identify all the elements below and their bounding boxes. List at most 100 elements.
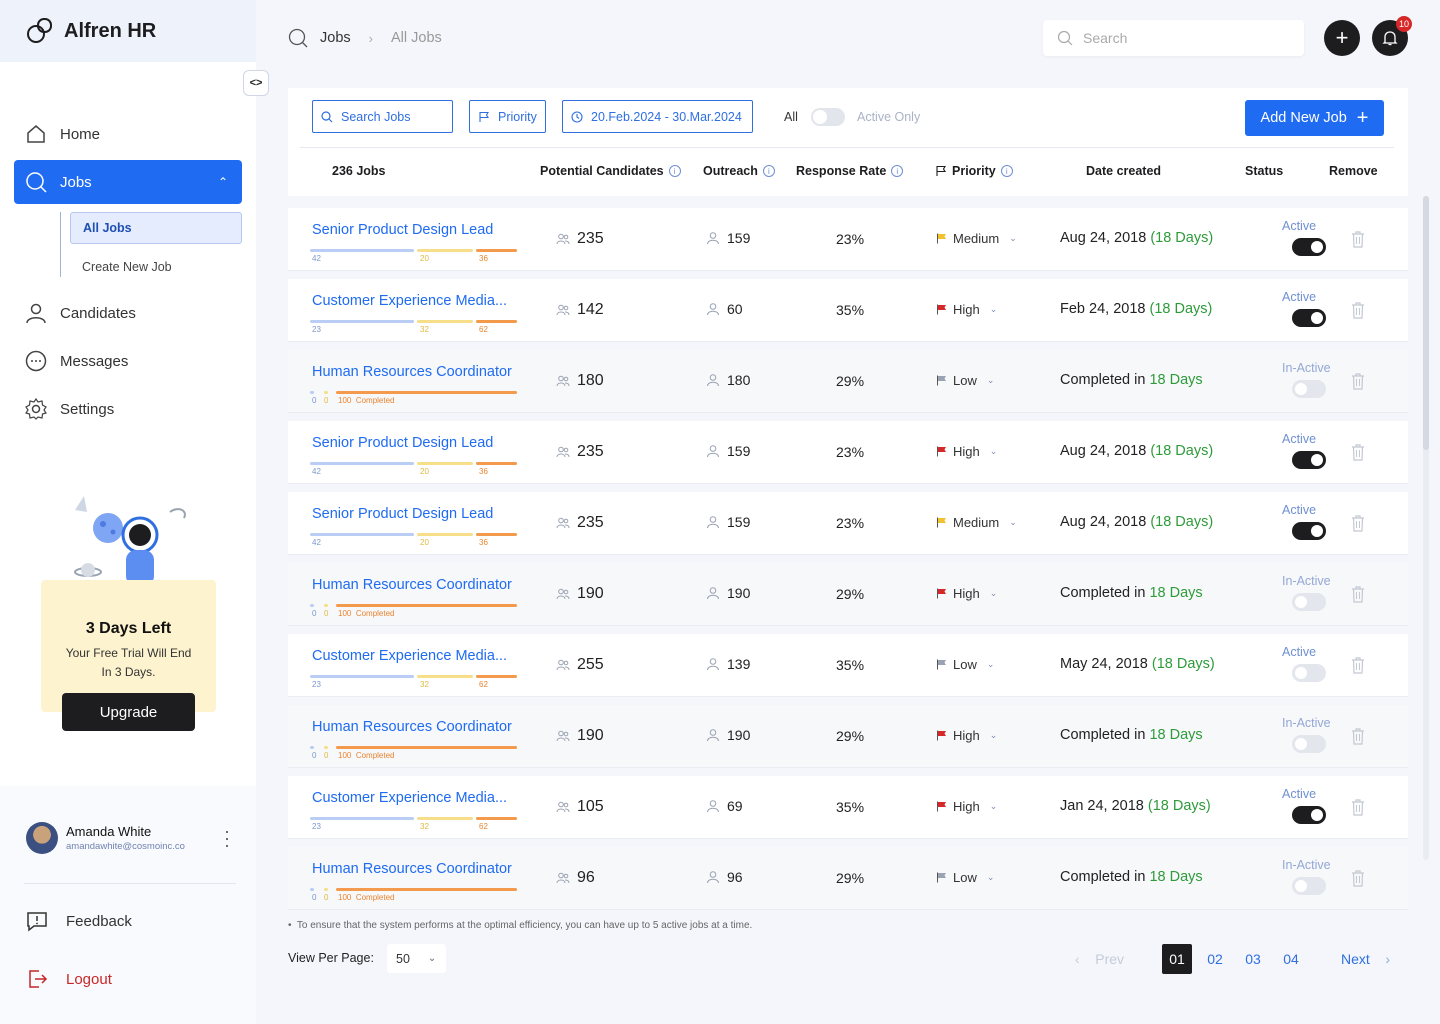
status-toggle[interactable]: [1292, 380, 1326, 398]
status-toggle[interactable]: [1292, 877, 1326, 895]
status-toggle[interactable]: [1292, 806, 1326, 824]
breadcrumb-all-jobs[interactable]: All Jobs: [391, 30, 442, 46]
status-toggle[interactable]: [1292, 593, 1326, 611]
table-row[interactable]: Customer Experience Media... 23 32 62 25…: [288, 634, 1408, 697]
nav-item-messages[interactable]: Messages: [14, 339, 242, 383]
bar-value: 100 Completed: [338, 609, 395, 618]
date-range-filter[interactable]: 20.Feb.2024 - 30.Mar.2024: [562, 100, 753, 133]
table-row[interactable]: Human Resources Coordinator 0 0 100 Comp…: [288, 847, 1408, 910]
info-icon[interactable]: i: [762, 165, 775, 177]
priority-dropdown[interactable]: High ⌄: [936, 799, 997, 814]
col-date[interactable]: Date created: [1086, 164, 1161, 178]
upgrade-button[interactable]: Upgrade: [62, 693, 195, 731]
global-search[interactable]: [1043, 20, 1304, 56]
table-row[interactable]: Customer Experience Media... 23 32 62 14…: [288, 279, 1408, 342]
trash-icon[interactable]: [1351, 301, 1365, 319]
job-title-link[interactable]: Human Resources Coordinator: [312, 577, 512, 593]
brand[interactable]: Alfren HR: [0, 0, 256, 62]
priority-dropdown[interactable]: Low ⌄: [936, 373, 994, 388]
priority-dropdown[interactable]: Low ⌄: [936, 870, 994, 885]
page-2[interactable]: 02: [1200, 944, 1230, 974]
col-status[interactable]: Status: [1245, 164, 1283, 178]
logout-link[interactable]: Logout: [26, 968, 112, 990]
status-toggle[interactable]: [1292, 735, 1326, 753]
scrollbar-thumb[interactable]: [1423, 196, 1429, 450]
table-row[interactable]: Human Resources Coordinator 0 0 100 Comp…: [288, 563, 1408, 626]
trash-icon[interactable]: [1351, 230, 1365, 248]
col-candidates[interactable]: Potential Candidates i: [540, 164, 681, 178]
info-icon[interactable]: i: [891, 165, 904, 177]
col-outreach[interactable]: Outreach i: [703, 164, 775, 178]
trash-icon[interactable]: [1351, 585, 1365, 603]
info-icon[interactable]: i: [668, 165, 681, 177]
col-priority[interactable]: Priority i: [935, 164, 1013, 178]
info-icon[interactable]: i: [1000, 165, 1013, 177]
search-jobs-field[interactable]: Search Jobs: [312, 100, 453, 133]
nav-item-candidates[interactable]: Candidates: [14, 291, 242, 335]
priority-dropdown[interactable]: Medium ⌄: [936, 515, 1017, 530]
trash-icon[interactable]: [1351, 656, 1365, 674]
job-title-link[interactable]: Customer Experience Media...: [312, 790, 507, 806]
search-input[interactable]: [1083, 30, 1283, 46]
trash-icon[interactable]: [1351, 514, 1365, 532]
page-1[interactable]: 01: [1162, 944, 1192, 974]
candidates-value: 105: [577, 798, 604, 815]
priority-dropdown[interactable]: Medium ⌄: [936, 231, 1017, 246]
priority-dropdown[interactable]: High ⌄: [936, 586, 997, 601]
priority-dropdown[interactable]: High ⌄: [936, 728, 997, 743]
breadcrumb-jobs[interactable]: Jobs: [320, 30, 351, 46]
status-toggle[interactable]: [1292, 451, 1326, 469]
table-row[interactable]: Senior Product Design Lead 42 20 36 235 …: [288, 208, 1408, 271]
collapse-sidebar-button[interactable]: <>: [243, 70, 269, 96]
status-toggle[interactable]: [1292, 664, 1326, 682]
table-row[interactable]: Customer Experience Media... 23 32 62 10…: [288, 776, 1408, 839]
table-row[interactable]: Senior Product Design Lead 42 20 36 235 …: [288, 492, 1408, 555]
job-title-link[interactable]: Human Resources Coordinator: [312, 364, 512, 380]
trash-icon[interactable]: [1351, 443, 1365, 461]
page-4[interactable]: 04: [1276, 944, 1306, 974]
job-title-link[interactable]: Human Resources Coordinator: [312, 719, 512, 735]
job-title-link[interactable]: Senior Product Design Lead: [312, 222, 493, 238]
priority-filter[interactable]: Priority: [469, 100, 546, 133]
notifications-button[interactable]: 10: [1372, 16, 1412, 56]
bar-value: 62: [479, 325, 488, 334]
scrollbar[interactable]: [1423, 196, 1429, 860]
status-toggle[interactable]: [1292, 238, 1326, 256]
status-toggle[interactable]: [1292, 309, 1326, 327]
job-title-link[interactable]: Customer Experience Media...: [312, 293, 507, 309]
status-toggle[interactable]: [1292, 522, 1326, 540]
nav-item-home[interactable]: Home: [14, 112, 242, 156]
add-button[interactable]: +: [1324, 20, 1360, 56]
col-response[interactable]: Response Rate i: [796, 164, 904, 178]
active-only-toggle[interactable]: [811, 108, 845, 126]
table-row[interactable]: Human Resources Coordinator 0 0 100 Comp…: [288, 350, 1408, 413]
nav-item-settings[interactable]: Settings: [14, 387, 242, 431]
priority-dropdown[interactable]: Low ⌄: [936, 657, 994, 672]
subnav-item-all-jobs[interactable]: All Jobs: [70, 212, 242, 244]
more-options-icon[interactable]: · · ·: [222, 822, 232, 854]
page-3[interactable]: 03: [1238, 944, 1268, 974]
feedback-link[interactable]: Feedback: [26, 910, 132, 932]
trash-icon[interactable]: [1351, 372, 1365, 390]
job-title-link[interactable]: Customer Experience Media...: [312, 648, 507, 664]
subnav-item-create-job[interactable]: Create New Job: [70, 251, 242, 283]
trash-icon[interactable]: [1351, 798, 1365, 816]
table-row[interactable]: Human Resources Coordinator 0 0 100 Comp…: [288, 705, 1408, 768]
job-title-link[interactable]: Human Resources Coordinator: [312, 861, 512, 877]
next-page-button[interactable]: Next ›: [1341, 951, 1390, 967]
trash-icon[interactable]: [1351, 727, 1365, 745]
nav-item-jobs[interactable]: Jobs ⌃: [14, 160, 242, 204]
priority-dropdown[interactable]: High ⌄: [936, 302, 997, 317]
add-new-job-button[interactable]: Add New Job +: [1245, 100, 1384, 136]
avatar[interactable]: [26, 822, 58, 854]
priority-dropdown[interactable]: High ⌄: [936, 444, 997, 459]
bar-value: 0: [324, 396, 329, 405]
prev-page-button[interactable]: ‹ Prev: [1075, 951, 1124, 967]
footnote: • To ensure that the system performs at …: [288, 920, 753, 931]
chevron-up-icon[interactable]: ⌃: [218, 175, 228, 189]
per-page-select[interactable]: 50 ⌄: [387, 944, 446, 973]
job-title-link[interactable]: Senior Product Design Lead: [312, 506, 493, 522]
table-row[interactable]: Senior Product Design Lead 42 20 36 235 …: [288, 421, 1408, 484]
trash-icon[interactable]: [1351, 869, 1365, 887]
job-title-link[interactable]: Senior Product Design Lead: [312, 435, 493, 451]
